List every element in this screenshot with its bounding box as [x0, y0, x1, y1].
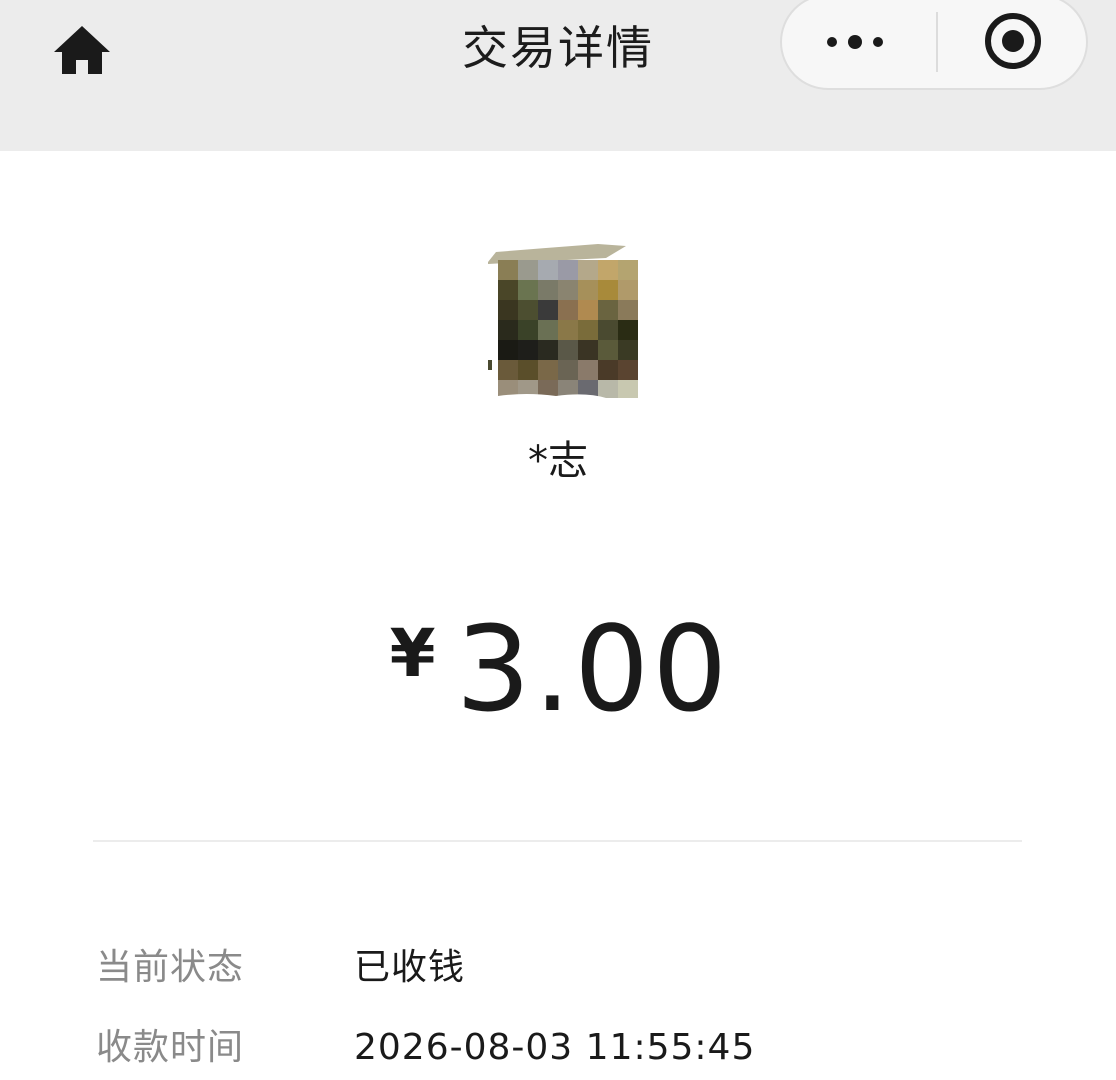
detail-row-time: 收款时间 2026-08-03 11:55:45 — [96, 1018, 996, 1078]
amount-value: 3.00 — [455, 600, 731, 738]
home-icon — [54, 26, 110, 74]
amount-display: ¥3.00 — [260, 600, 860, 738]
time-value: 2026-08-03 11:55:45 — [354, 1027, 756, 1068]
time-label: 收款时间 — [96, 1027, 245, 1068]
mini-program-capsule — [780, 0, 1088, 90]
more-button[interactable] — [782, 0, 936, 92]
target-close-icon — [985, 13, 1041, 69]
status-label: 当前状态 — [96, 947, 245, 988]
more-dots-icon — [827, 35, 883, 49]
status-value: 已收钱 — [354, 947, 466, 988]
home-button[interactable] — [50, 20, 114, 80]
nav-bar: 交易详情 — [0, 0, 1116, 151]
detail-row-status: 当前状态 已收钱 — [96, 938, 996, 998]
payer-name: *志 — [528, 438, 588, 484]
currency-symbol: ¥ — [389, 615, 436, 692]
page-title: 交易详情 — [462, 21, 654, 75]
avatar — [486, 242, 638, 400]
close-button[interactable] — [938, 0, 1088, 92]
avatar-image — [486, 242, 638, 400]
section-divider — [93, 840, 1022, 842]
